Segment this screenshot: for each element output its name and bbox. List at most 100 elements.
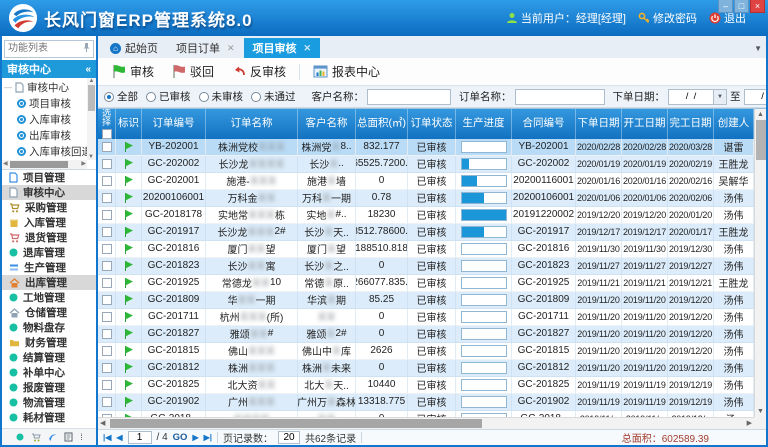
column-header-contract[interactable]: 合同编号 xyxy=(512,109,576,139)
order-date-from-input[interactable] xyxy=(668,89,714,105)
footer-book-icon[interactable] xyxy=(64,432,73,442)
审核-button[interactable]: 审核 xyxy=(104,60,162,83)
go-button[interactable]: GO xyxy=(173,432,188,443)
row-checkbox[interactable] xyxy=(102,227,112,237)
row-checkbox[interactable] xyxy=(102,210,112,220)
table-row[interactable]: GC-201902广州某某某广州万某森林13318.775已审核GC-20190… xyxy=(98,394,754,411)
scroll-up-arrow[interactable]: ▲ xyxy=(757,109,764,120)
footer-swoosh-icon[interactable] xyxy=(48,433,57,442)
horizontal-scroll-thumb[interactable] xyxy=(110,419,482,428)
tree-root-item[interactable]: — 审核中心 xyxy=(4,79,86,95)
sidebar-item-生产管理[interactable]: 生产管理 xyxy=(2,260,96,275)
tree-vertical-scrollbar[interactable]: ▲▼ xyxy=(87,78,96,160)
table-row[interactable]: GC-201812株洲某某某株洲某未来0已审核GC-2018122019/11/… xyxy=(98,360,754,377)
function-list-search-input[interactable] xyxy=(4,40,94,58)
radio-未审核[interactable]: 未审核 xyxy=(199,89,244,104)
table-row[interactable]: GC-201827雅颂某某#雅颂某2#0已审核GC-2018272019/11/… xyxy=(98,326,754,343)
反审核-button[interactable]: 反审核 xyxy=(224,60,294,83)
sidebar-item-采购管理[interactable]: 采购管理 xyxy=(2,200,96,215)
tab-overflow-icon[interactable]: ▼ xyxy=(754,44,762,53)
tab-项目审核[interactable]: 项目审核✕ xyxy=(244,38,321,58)
table-row[interactable]: GC-201815佛山某某某佛山中某库2626已审核GC-2018152019/… xyxy=(98,343,754,360)
page-size-input[interactable] xyxy=(278,431,300,444)
page-number-input[interactable] xyxy=(128,431,152,444)
报表中心-button[interactable]: 报表中心 xyxy=(305,60,388,83)
row-checkbox[interactable] xyxy=(102,278,112,288)
scroll-down-arrow[interactable]: ▼ xyxy=(757,406,764,417)
prev-page-button[interactable]: ◀ xyxy=(116,433,122,442)
footer-cart-icon[interactable] xyxy=(31,433,41,442)
order-date-to-input[interactable] xyxy=(744,89,767,105)
tree-horizontal-scrollbar[interactable]: ◀▶ xyxy=(2,160,87,169)
row-checkbox[interactable] xyxy=(102,295,112,305)
column-header-d2[interactable]: 开工日期 xyxy=(622,109,668,139)
sidebar-item-审核中心[interactable]: 审核中心 xyxy=(2,185,96,200)
table-row[interactable]: GC-201809华某某一期华滨某期85.25已审核GC-2018092019/… xyxy=(98,292,754,309)
sidebar-item-出库管理[interactable]: 出库管理 xyxy=(2,275,96,290)
tab-项目订单[interactable]: 项目订单✕ xyxy=(167,38,244,58)
tree-item-4[interactable]: 入库审核回退 xyxy=(4,143,86,159)
column-header-no[interactable]: 订单编号 xyxy=(142,109,206,139)
row-checkbox[interactable] xyxy=(102,312,112,322)
sidebar-item-入库管理[interactable]: 入库管理 xyxy=(2,215,96,230)
tree-item-1[interactable]: 项目审核 xyxy=(4,95,86,111)
sidebar-item-退货管理[interactable]: 退货管理 xyxy=(2,230,96,245)
sidebar-item-补单中心[interactable]: 补单中心 xyxy=(2,365,96,380)
row-checkbox[interactable] xyxy=(102,176,112,186)
column-header-flag[interactable]: 标识 xyxy=(116,109,142,139)
grid-vertical-scrollbar[interactable]: ▲ ▼ xyxy=(754,109,766,417)
close-button[interactable]: × xyxy=(750,0,765,13)
column-header-name[interactable]: 订单名称 xyxy=(206,109,298,139)
sidebar-item-物流管理[interactable]: 物流管理 xyxy=(2,395,96,410)
table-row[interactable]: YB-202001株洲党校某某某株洲党某8..832.177已审核YB-2020… xyxy=(98,139,754,156)
vertical-scroll-thumb[interactable] xyxy=(756,120,766,160)
radio-已审核[interactable]: 已审核 xyxy=(146,89,191,104)
table-row[interactable]: GC-202002长沙龙某某某某长沙某..65525.7200..已审核GC-2… xyxy=(98,156,754,173)
column-header-status[interactable]: 订单状态 xyxy=(408,109,456,139)
row-checkbox[interactable] xyxy=(102,159,112,169)
sidebar-item-仓储管理[interactable]: 仓储管理 xyxy=(2,305,96,320)
sidebar-item-耗材管理[interactable]: 耗材管理 xyxy=(2,410,96,425)
change-password-button[interactable]: 修改密码 xyxy=(638,10,697,26)
customer-name-input[interactable] xyxy=(367,89,451,105)
table-row[interactable]: GC-201925常德龙某某10常德某原..266077.835..已审核GC-… xyxy=(98,275,754,292)
select-all-checkbox[interactable] xyxy=(102,129,112,139)
sidebar-item-退库管理[interactable]: 退库管理 xyxy=(2,245,96,260)
row-checkbox[interactable] xyxy=(102,193,112,203)
row-checkbox[interactable] xyxy=(102,346,112,356)
row-checkbox[interactable] xyxy=(102,142,112,152)
sidebar-item-物料盘存[interactable]: 物料盘存 xyxy=(2,320,96,335)
radio-全部[interactable]: 全部 xyxy=(104,89,138,104)
row-checkbox[interactable] xyxy=(102,363,112,373)
grid-horizontal-scrollbar[interactable]: ◀ ▶ xyxy=(98,417,754,429)
table-row[interactable]: GC-201917长沙龙某某某2#长沙某天..8512.78600..已审核GC… xyxy=(98,224,754,241)
驳回-button[interactable]: 驳回 xyxy=(164,60,222,83)
tree-item-2[interactable]: 入库审核 xyxy=(4,111,86,127)
order-date-from-dropdown[interactable]: ▼ xyxy=(714,89,727,105)
row-checkbox[interactable] xyxy=(102,397,112,407)
table-row[interactable]: 20200106001万科金某某万科某一期0.78已审核202001060012… xyxy=(98,190,754,207)
pin-icon[interactable] xyxy=(82,42,91,53)
tab-起始页[interactable]: ⌂起始页 xyxy=(101,38,167,58)
column-header-cust[interactable]: 客户名称 xyxy=(298,109,356,139)
radio-未通过[interactable]: 未通过 xyxy=(251,89,296,104)
table-row[interactable]: GC-201816厦门某某望厦门某望188510.818已审核GC-201816… xyxy=(98,241,754,258)
sidebar-item-结算管理[interactable]: 结算管理 xyxy=(2,350,96,365)
tree-item-3[interactable]: 出库审核 xyxy=(4,127,86,143)
row-checkbox[interactable] xyxy=(102,329,112,339)
table-row[interactable]: GC-202001施港-某某某施港某墙0已审核202001160012020/0… xyxy=(98,173,754,190)
panel-collapse-button[interactable]: « xyxy=(85,64,91,75)
column-header-creator[interactable]: 创建人 xyxy=(714,109,754,139)
column-header-prog[interactable]: 生产进度 xyxy=(456,109,512,139)
last-page-button[interactable]: ▶| xyxy=(204,433,212,442)
row-checkbox[interactable] xyxy=(102,380,112,390)
table-row[interactable]: GC-201711杭州某某某(所)某某0已审核GC-2017112019/11/… xyxy=(98,309,754,326)
footer-dot-icon[interactable] xyxy=(16,433,24,441)
column-header-d1[interactable]: 下单日期 xyxy=(576,109,622,139)
first-page-button[interactable]: |◀ xyxy=(103,433,111,442)
sidebar-item-财务管理[interactable]: 财务管理 xyxy=(2,335,96,350)
order-name-input[interactable] xyxy=(515,89,605,105)
tab-close-icon[interactable]: ✕ xyxy=(304,43,312,54)
row-checkbox[interactable] xyxy=(102,261,112,271)
sidebar-item-报废管理[interactable]: 报废管理 xyxy=(2,380,96,395)
